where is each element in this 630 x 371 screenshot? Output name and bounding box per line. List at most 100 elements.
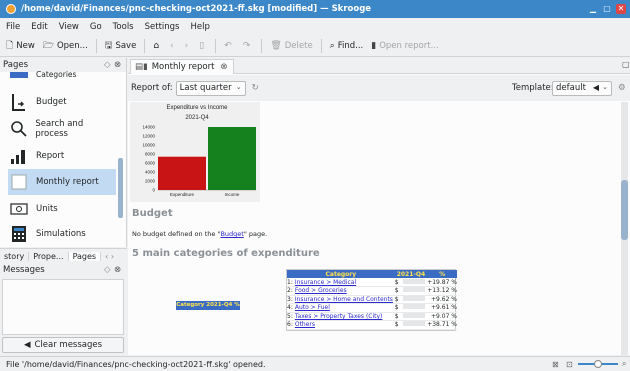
page-item-categories[interactable]: Categories [8,66,116,80]
page-item-label: Categories [36,69,77,79]
messages-dock-title: Messages [3,265,45,275]
clear-messages-button[interactable]: ◀ Clear messages [2,337,124,353]
row-index: 6: [287,321,293,329]
period-select[interactable]: Last quarter ⌄ [175,80,246,96]
page-item-units[interactable]: Units [8,198,116,220]
percent-cell: +9.61 % [427,303,457,313]
refresh-icon[interactable]: ↻ [252,83,259,93]
calculator-icon [8,223,30,245]
close-dock-icon[interactable]: ⊗ [114,265,121,275]
table-row: 4: Auto > Fuel $ +9.61 % [287,303,457,313]
menu-settings[interactable]: Settings [145,22,180,32]
page-item-budget[interactable]: Budget [8,89,116,115]
menu-help[interactable]: Help [191,22,210,32]
row-index: 3: [287,295,293,303]
open-report-label: Open report... [379,40,439,51]
budget-page-link[interactable]: Budget [220,230,243,238]
template-config-icon[interactable]: ⚙ [618,83,626,93]
close-window-button[interactable]: ✕ [616,4,626,14]
table-row: 2: Food > Groceries $ +13.12 % [287,286,457,296]
open-button[interactable]: 🗁 Open... [43,38,88,54]
row-index: 2: [287,287,293,295]
menu-file[interactable]: File [6,22,20,32]
y-tick-label: 6000 [145,161,156,166]
currency-symbol: $ [394,321,399,329]
category-cell: 2: Food > Groceries [287,286,395,296]
page-item-report[interactable]: Report [8,143,116,169]
category-link[interactable]: Others [295,321,315,328]
tab-menu-icon[interactable]: ▢ [622,60,630,69]
save-label: Save [115,40,137,51]
category-link[interactable]: Auto > Fuel [295,304,330,311]
forward-icon: › [184,40,189,51]
home-button[interactable]: ⌂ [153,41,162,51]
bookmark-button[interactable]: ▯ [199,41,207,51]
redacted-amount [402,295,425,301]
template-value: default [556,83,586,93]
redo-button[interactable]: ↷ [243,41,254,51]
categories-table-wrap: Category 2021-Q4 % 1: Insurance > Medical… [286,269,457,331]
category-link[interactable]: Insurance > Medical [295,279,356,286]
bookmark-icon: ▯ [199,40,205,51]
budget-icon [8,91,30,113]
minimize-button[interactable]: ▁ [588,4,598,14]
close-tab-icon[interactable]: ⊗ [220,62,227,72]
table-header-row: Category 2021-Q4 % [287,270,457,278]
tab-scroll-icon[interactable]: ‹ › [101,252,118,261]
template-label: Template: [512,83,554,93]
save-button[interactable]: 🖫 Save [105,38,137,54]
report-bar: Report of: Last quarter ⌄ ↻ Template: de… [128,75,630,101]
bar-expenditure[interactable] [158,156,206,190]
budget-text-after: " page. [243,230,268,238]
float-dock-icon[interactable]: ◇ [104,265,111,275]
toolbar-separator [95,38,97,53]
forward-button[interactable]: › [185,41,192,51]
pages-scrollbar[interactable] [118,158,123,218]
delete-icon: 🗑 [270,40,282,51]
y-tick-label: 2000 [145,179,156,184]
toolbar-separator [320,38,322,53]
menu-edit[interactable]: Edit [31,22,47,32]
template-select[interactable]: default ◀ ⌄ [552,80,612,96]
zoom-slider-handle[interactable] [594,360,602,368]
chevron-down-icon: ⌄ [235,82,242,91]
new-button[interactable]: 🗋 New [6,38,35,54]
find-button[interactable]: ⌕ Find... [330,41,364,51]
page-item-monthly-report[interactable]: Monthly report [8,169,116,195]
menu-view[interactable]: View [59,22,79,32]
scrollbar-thumb[interactable] [621,180,628,240]
messages-list [2,279,124,335]
menu-tools[interactable]: Tools [113,22,134,32]
undo-button[interactable]: ↶ [224,41,235,51]
page-item-label: Search and process [35,119,84,139]
menu-go[interactable]: Go [90,22,102,32]
amount-cell: $ [394,303,428,313]
maximize-button[interactable]: ▢ [602,4,612,14]
category-link[interactable]: Insurance > Home and Contents [295,296,393,303]
status-bar: File '/home/david/Finances/pnc-checking-… [0,356,630,371]
categories-heading: 5 main categories of expenditure [132,248,320,259]
zoom-fit-icon[interactable]: ⊡ [566,360,573,369]
zoom-in-icon[interactable]: ⌕ [622,359,626,369]
bar-income[interactable] [208,127,256,190]
bar-chart-icon [8,145,30,167]
category-link[interactable]: Food > Groceries [295,287,347,294]
page-item-simulations[interactable]: Simulations [8,223,116,245]
currency-symbol: $ [394,312,399,320]
layout-icon[interactable]: ⊠ [552,360,559,369]
tab-monthly-report[interactable]: ▤▮ Monthly report ⊗ [130,59,234,74]
page-item-search-and-process[interactable]: Search and process [8,116,116,142]
back-button[interactable]: ‹ [170,41,177,51]
categories-table: Category 2021-Q4 % 1: Insurance > Medical… [287,270,457,330]
tab-properties[interactable]: Prope... [29,251,69,261]
save-icon: 🖫 [104,40,113,51]
delete-button[interactable]: 🗑 Delete [270,41,312,51]
tab-history[interactable]: story [0,251,30,261]
redacted-amount [402,278,425,284]
amount-cell: $ [394,278,428,287]
report-scrollbar[interactable] [621,102,628,355]
tab-pages[interactable]: Pages [68,251,102,261]
row-index: 1: [287,278,293,286]
category-link[interactable]: Taxes > Property Taxes (City) [295,313,383,320]
open-report-button[interactable]: ▮ Open report... [371,41,438,51]
